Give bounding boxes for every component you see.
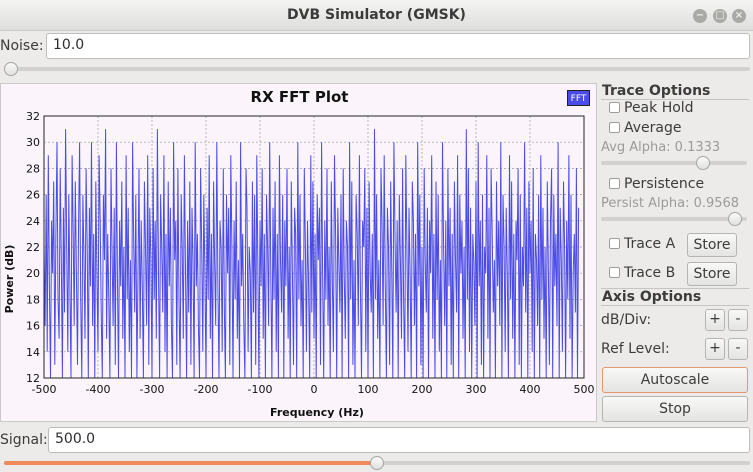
y-tick-label: 28	[26, 162, 40, 175]
y-tick-label: 18	[26, 293, 40, 306]
db-div-decrease-button[interactable]: -	[728, 309, 748, 331]
trace-options-title: Trace Options	[602, 83, 711, 99]
trace-a-checkbox[interactable]	[609, 238, 620, 249]
persist-alpha-slider-track[interactable]	[601, 217, 747, 221]
signal-label: Signal:	[0, 432, 48, 448]
noise-slider-handle[interactable]	[4, 62, 18, 76]
avg-alpha-slider-handle[interactable]	[696, 156, 711, 170]
trace-b-checkbox[interactable]	[609, 267, 620, 278]
store-a-button[interactable]: Store	[687, 233, 737, 257]
axis-options-title: Axis Options	[602, 289, 702, 305]
trace-b-label: Trace B	[624, 265, 676, 281]
y-tick-label: 20	[26, 267, 40, 280]
persistence-checkbox[interactable]	[609, 178, 620, 189]
y-tick-label: 26	[26, 189, 40, 202]
fft-chart: Power (dB) Frequency (Hz) -500 -400 -300 -2…	[3, 110, 595, 419]
ref-level-label: Ref Level:	[601, 341, 670, 357]
x-tick-label: -400	[86, 383, 111, 396]
signal-field[interactable]: 500.0	[48, 427, 750, 453]
db-div-increase-button[interactable]: +	[705, 309, 725, 331]
y-tick-label: 24	[26, 215, 40, 228]
x-tick-label: 300	[466, 383, 487, 396]
x-tick-label: 100	[358, 383, 379, 396]
stop-button[interactable]: Stop	[602, 396, 748, 422]
db-div-label: dB/Div:	[601, 312, 652, 328]
maximize-button[interactable]: □	[713, 9, 727, 23]
persist-alpha-label: Persist Alpha: 0.9568	[601, 196, 740, 211]
peak-hold-checkbox[interactable]	[609, 102, 620, 113]
x-tick-label: -100	[248, 383, 273, 396]
x-axis-label: Frequency (Hz)	[270, 406, 364, 419]
persistence-label: Persistence	[624, 176, 705, 192]
noise-slider-track[interactable]	[4, 67, 750, 71]
avg-alpha-label: Avg Alpha: 0.1333	[601, 140, 721, 155]
options-panel: Trace Options Peak Hold Average Avg Alph…	[599, 83, 753, 423]
average-checkbox[interactable]	[609, 122, 620, 133]
x-tick-label: -300	[140, 383, 165, 396]
x-tick-label: 400	[520, 383, 541, 396]
noise-field[interactable]: 10.0	[46, 33, 750, 59]
divider	[601, 305, 749, 306]
y-tick-label: 30	[26, 136, 40, 149]
persist-alpha-slider-handle[interactable]	[727, 212, 742, 226]
app-window: DVB Simulator (GMSK) − □ × Noise: 10.0 R…	[0, 0, 753, 472]
close-button[interactable]: ×	[732, 9, 746, 23]
trace-a-label: Trace A	[624, 236, 676, 252]
signal-slider-fill	[4, 461, 377, 465]
fft-trace	[43, 129, 580, 379]
y-tick-label: 14	[26, 346, 40, 359]
y-tick-label: 32	[26, 110, 40, 123]
store-b-button[interactable]: Store	[687, 262, 737, 286]
x-tick-label: 200	[412, 383, 433, 396]
window-title: DVB Simulator (GMSK)	[287, 7, 466, 23]
x-tick-label: -200	[194, 383, 219, 396]
ref-level-decrease-button[interactable]: -	[728, 338, 748, 360]
ref-level-increase-button[interactable]: +	[705, 338, 725, 360]
minimize-button[interactable]: −	[693, 9, 707, 23]
title-bar: DVB Simulator (GMSK) − □ ×	[0, 0, 753, 31]
y-tick-label: 12	[26, 372, 40, 385]
avg-alpha-slider-track[interactable]	[601, 161, 747, 165]
x-tick-label: 0	[311, 383, 318, 396]
fft-plot-panel: RX FFT Plot FFT Power (dB) Frequency (Hz…	[0, 83, 597, 422]
y-tick-label: 22	[26, 241, 40, 254]
y-tick-label: 16	[26, 320, 40, 333]
peak-hold-label: Peak Hold	[624, 100, 694, 116]
average-label: Average	[624, 120, 682, 136]
noise-label: Noise:	[0, 38, 44, 54]
x-tick-label: 500	[574, 383, 595, 396]
autoscale-button[interactable]: Autoscale	[602, 367, 748, 393]
signal-slider-handle[interactable]	[370, 456, 384, 470]
y-axis-label: Power (dB)	[3, 245, 16, 314]
